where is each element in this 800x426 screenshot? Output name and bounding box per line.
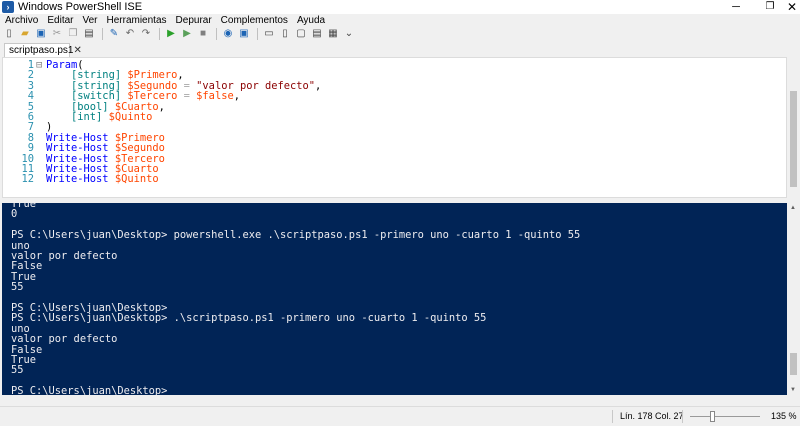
toolbar-separator <box>216 27 217 40</box>
tab-close-icon[interactable]: ✕ <box>73 45 81 56</box>
copy-icon[interactable]: ❐ <box>66 27 80 40</box>
code-token: Write-Host <box>46 173 109 186</box>
menu-complementos[interactable]: Complementos <box>216 15 292 26</box>
save-icon[interactable]: ▣ <box>34 27 48 40</box>
tab-label: scriptpaso.ps1 <box>9 45 74 56</box>
window-title: Windows PowerShell ISE <box>18 1 143 13</box>
scroll-up-icon[interactable]: ▲ <box>790 205 796 211</box>
menu-bar: Archivo Editar Ver Herramientas Depurar Compl… <box>0 14 800 26</box>
powershell-app-icon: › <box>2 1 14 13</box>
show-script-top-icon[interactable]: ▭ <box>262 27 276 40</box>
show-command-addon-icon[interactable]: ▦ <box>326 27 340 40</box>
editor-line: 6 [int] $Quinto <box>3 112 783 123</box>
code-token: , <box>233 90 240 103</box>
stop-icon[interactable]: ■ <box>196 27 210 40</box>
cut-icon[interactable]: ✂ <box>50 27 64 40</box>
tab-scriptpaso[interactable]: scriptpaso.ps1 ✕ <box>4 43 82 57</box>
open-file-icon[interactable]: ▰ <box>18 27 32 40</box>
console-line: PS C:\Users\juan\Desktop> .\scriptpaso.p… <box>11 312 487 325</box>
code-text: [int] $Quinto <box>46 112 152 122</box>
run-selection-icon[interactable]: ▶ <box>180 27 194 40</box>
editor-scrollbar[interactable] <box>788 57 799 198</box>
code-token: $Quinto <box>114 173 159 186</box>
status-separator <box>612 410 613 423</box>
toolbar-separator <box>159 27 160 40</box>
new-file-icon[interactable]: ▯ <box>2 27 16 40</box>
undo-icon[interactable]: ↶ <box>123 27 137 40</box>
start-powershell-icon[interactable]: ▣ <box>237 27 251 40</box>
code-token: = <box>177 90 197 103</box>
menu-herramientas[interactable]: Herramientas <box>102 15 171 26</box>
editor-line: 12 Write-Host $Quinto <box>3 173 783 186</box>
console-line: PS C:\Users\juan\Desktop> <box>11 385 168 395</box>
status-bar: Lín. 178 Col. 27 135 % <box>0 406 800 426</box>
clear-console-icon[interactable]: ✎ <box>107 27 121 40</box>
code-token: , <box>315 79 322 92</box>
show-script-right-icon[interactable]: ▯ <box>278 27 292 40</box>
zoom-slider-thumb[interactable] <box>710 411 715 422</box>
editor-scrollbar-thumb[interactable] <box>790 91 797 187</box>
tab-strip: scriptpaso.ps1 ✕ <box>0 41 800 57</box>
toolbar-separator <box>102 27 103 40</box>
code-token: [int] <box>71 111 103 123</box>
toolbar-separator <box>257 27 258 40</box>
cursor-position: Lín. 178 Col. 27 <box>620 411 684 421</box>
run-script-icon[interactable]: ▶ <box>164 27 178 40</box>
code-token: $false <box>196 90 234 103</box>
toolbar-overflow-icon[interactable]: ⌄ <box>342 27 356 40</box>
console-line: 0 <box>11 208 18 221</box>
code-text: Write-Host $Quinto <box>46 174 159 184</box>
menu-archivo[interactable]: Archivo <box>0 15 42 26</box>
line-number: 12 <box>21 173 34 186</box>
collapse-icon[interactable]: ⊟ <box>36 60 46 71</box>
menu-ayuda[interactable]: Ayuda <box>292 15 329 26</box>
close-button[interactable]: ✕ <box>770 0 800 14</box>
show-command-window-icon[interactable]: ▤ <box>310 27 324 40</box>
remote-powershell-icon[interactable]: ◉ <box>221 27 235 40</box>
toolbar: ▯ ▰ ▣ ✂ ❐ ▤ ✎ ↶ ↷ ▶ ▶ ■ ◉ ▣ ▭ ▯ ▢ ▤ ▦ ⌄ <box>0 26 800 41</box>
console-line: PS C:\Users\juan\Desktop> powershell.exe… <box>11 229 581 242</box>
console-line: 55 <box>11 281 24 294</box>
menu-depurar[interactable]: Depurar <box>171 15 216 26</box>
redo-icon[interactable]: ↷ <box>139 27 153 40</box>
console-line: 55 <box>11 364 24 377</box>
script-editor[interactable]: 1 ⊟ Param(2 [string] $Primero, 3 [string] $… <box>2 57 787 198</box>
console-scrollbar[interactable]: ▲ ▼ <box>788 203 799 395</box>
menu-ver[interactable]: Ver <box>77 15 101 26</box>
status-separator <box>682 410 683 423</box>
show-script-maximized-icon[interactable]: ▢ <box>294 27 308 40</box>
menu-editar[interactable]: Editar <box>42 15 77 26</box>
console-pane[interactable]: True 0 PS C:\Users\juan\Desktop> powershel… <box>2 203 787 395</box>
code-token: , <box>158 100 165 113</box>
zoom-level: 135 % <box>771 411 797 421</box>
code-token: $Quinto <box>108 111 153 123</box>
scroll-down-icon[interactable]: ▼ <box>790 387 796 393</box>
zoom-slider-track[interactable] <box>690 416 760 417</box>
title-bar: › Windows PowerShell ISE ─ ❐ ✕ <box>0 0 800 14</box>
paste-icon[interactable]: ▤ <box>82 27 96 40</box>
console-scrollbar-thumb[interactable] <box>790 353 797 375</box>
